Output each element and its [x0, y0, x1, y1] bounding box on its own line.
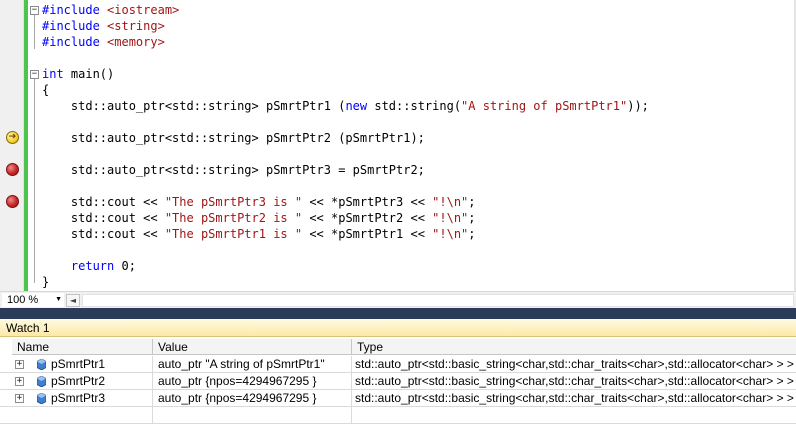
code-token: }: [42, 275, 50, 289]
code-token: "A string of pSmrtPtr1": [461, 99, 628, 113]
watch-row[interactable]: + pSmrtPtr2 auto_ptr {npos=4294967295 } std…: [0, 373, 796, 390]
type-cell[interactable]: std::auto_ptr<std::basic_string<char,std…: [352, 373, 796, 390]
code-token: std::cout <<: [42, 227, 165, 241]
variable-name: pSmrtPtr3: [51, 391, 106, 405]
watch-variable-icon: [37, 393, 46, 404]
breakpoint-icon[interactable]: [6, 195, 19, 208]
variable-name: pSmrtPtr2: [51, 374, 106, 388]
code-token: ;: [468, 195, 476, 209]
code-token: std::cout <<: [42, 211, 165, 225]
code-token: "The pSmrtPtr1 is ": [164, 227, 303, 241]
zoom-level-value: 100 %: [7, 294, 39, 306]
code-line[interactable]: #include <string>: [42, 18, 165, 34]
type-cell[interactable]: std::auto_ptr<std::basic_string<char,std…: [352, 390, 796, 407]
code-line[interactable]: std::auto_ptr<std::string> pSmrtPtr2 (pS…: [42, 130, 425, 146]
watch-variable-icon: [37, 376, 46, 387]
code-token: std::cout <<: [42, 195, 165, 209]
code-token: "!\n": [432, 227, 469, 241]
collapse-main-icon[interactable]: −: [30, 70, 39, 79]
code-line[interactable]: std::cout << "The pSmrtPtr2 is " << *pSm…: [42, 210, 476, 226]
watch-variable-icon: [37, 359, 46, 370]
code-token: ;: [468, 227, 476, 241]
code-token: "The pSmrtPtr2 is ": [164, 211, 303, 225]
column-header-name[interactable]: Name: [12, 339, 153, 355]
column-header-type[interactable]: Type: [352, 339, 796, 355]
scroll-left-arrow-icon[interactable]: ◄: [66, 294, 80, 307]
code-line[interactable]: {: [42, 82, 49, 98]
code-token: 0;: [114, 259, 136, 273]
collapse-includes-icon[interactable]: −: [30, 6, 39, 15]
value-cell[interactable]: auto_ptr {npos=4294967295 }: [153, 390, 352, 407]
code-token: "!\n": [432, 195, 469, 209]
column-header-value[interactable]: Value: [153, 339, 352, 355]
code-token: int: [42, 67, 64, 81]
variable-name: pSmrtPtr1: [51, 357, 106, 371]
code-token: {: [42, 83, 50, 97]
code-token: std::string(: [367, 99, 462, 113]
code-token: #include: [42, 3, 108, 17]
code-line[interactable]: int main(): [42, 66, 114, 82]
expand-icon[interactable]: +: [15, 377, 24, 386]
code-line[interactable]: #include <memory>: [42, 34, 165, 50]
watch-row[interactable]: + pSmrtPtr3 auto_ptr {npos=4294967295 } std…: [0, 390, 796, 407]
code-token: <iostream>: [107, 3, 180, 17]
code-token: <string>: [107, 19, 165, 33]
code-token: << *pSmrtPtr1 <<: [302, 227, 433, 241]
watch-row[interactable]: + pSmrtPtr1 auto_ptr "A string of pSmrtPtr…: [0, 356, 796, 373]
indicator-margin[interactable]: [0, 0, 24, 291]
code-token: #include: [42, 19, 108, 33]
code-token: << *pSmrtPtr3 <<: [302, 195, 433, 209]
value-cell[interactable]: auto_ptr "A string of pSmrtPtr1": [153, 356, 352, 373]
watch-window-title[interactable]: Watch 1: [0, 319, 796, 337]
code-line[interactable]: }: [42, 274, 49, 290]
code-token: std::auto_ptr<std::string> pSmrtPtr2 (pS…: [42, 131, 425, 145]
value-cell[interactable]: auto_ptr {npos=4294967295 }: [153, 373, 352, 390]
pane-splitter[interactable]: [0, 308, 796, 319]
code-token: new: [345, 99, 368, 113]
name-cell[interactable]: [12, 407, 153, 424]
code-token: <memory>: [107, 35, 165, 49]
watch-grid[interactable]: Name Value Type + pSmrtPtr1 auto_ptr "A st…: [0, 337, 796, 424]
chevron-down-icon[interactable]: ▼: [55, 293, 62, 307]
horizontal-scrollbar[interactable]: [82, 294, 794, 307]
code-token: "The pSmrtPtr3 is ": [164, 195, 303, 209]
type-cell[interactable]: std::auto_ptr<std::basic_string<char,std…: [352, 356, 796, 373]
code-line[interactable]: std::cout << "The pSmrtPtr3 is " << *pSm…: [42, 194, 476, 210]
code-editor[interactable]: − − ➔ #include <iostream> #include <strin…: [0, 0, 796, 291]
breakpoint-icon[interactable]: [6, 163, 19, 176]
code-line[interactable]: std::auto_ptr<std::string> pSmrtPtr1 (ne…: [42, 98, 649, 114]
code-token: ;: [468, 211, 476, 225]
outline-guide-main: [34, 79, 35, 283]
expand-icon[interactable]: +: [15, 360, 24, 369]
code-line[interactable]: std::cout << "The pSmrtPtr1 is " << *pSm…: [42, 226, 476, 242]
zoom-bar: 100 % ▼ ◄: [0, 291, 796, 308]
code-token: return: [70, 259, 115, 273]
code-token: << *pSmrtPtr2 <<: [302, 211, 433, 225]
change-tracking-bar: [24, 0, 28, 291]
code-line[interactable]: return 0;: [42, 258, 136, 274]
current-statement-arrow-icon[interactable]: ➔: [6, 131, 19, 144]
outline-guide-includes: [34, 15, 35, 49]
zoom-level-dropdown[interactable]: 100 % ▼: [2, 293, 64, 307]
code-token: std::auto_ptr<std::string> pSmrtPtr1 (: [42, 99, 346, 113]
expand-icon[interactable]: +: [15, 394, 24, 403]
watch-empty-row[interactable]: [0, 407, 796, 424]
code-token: "!\n": [432, 211, 469, 225]
code-token: main(): [63, 67, 115, 81]
value-cell[interactable]: [153, 407, 352, 424]
code-token: std::auto_ptr<std::string> pSmrtPtr3 = p…: [42, 163, 425, 177]
code-token: ));: [627, 99, 649, 113]
code-line[interactable]: std::auto_ptr<std::string> pSmrtPtr3 = p…: [42, 162, 425, 178]
code-line[interactable]: #include <iostream>: [42, 2, 179, 18]
code-token: #include: [42, 35, 108, 49]
